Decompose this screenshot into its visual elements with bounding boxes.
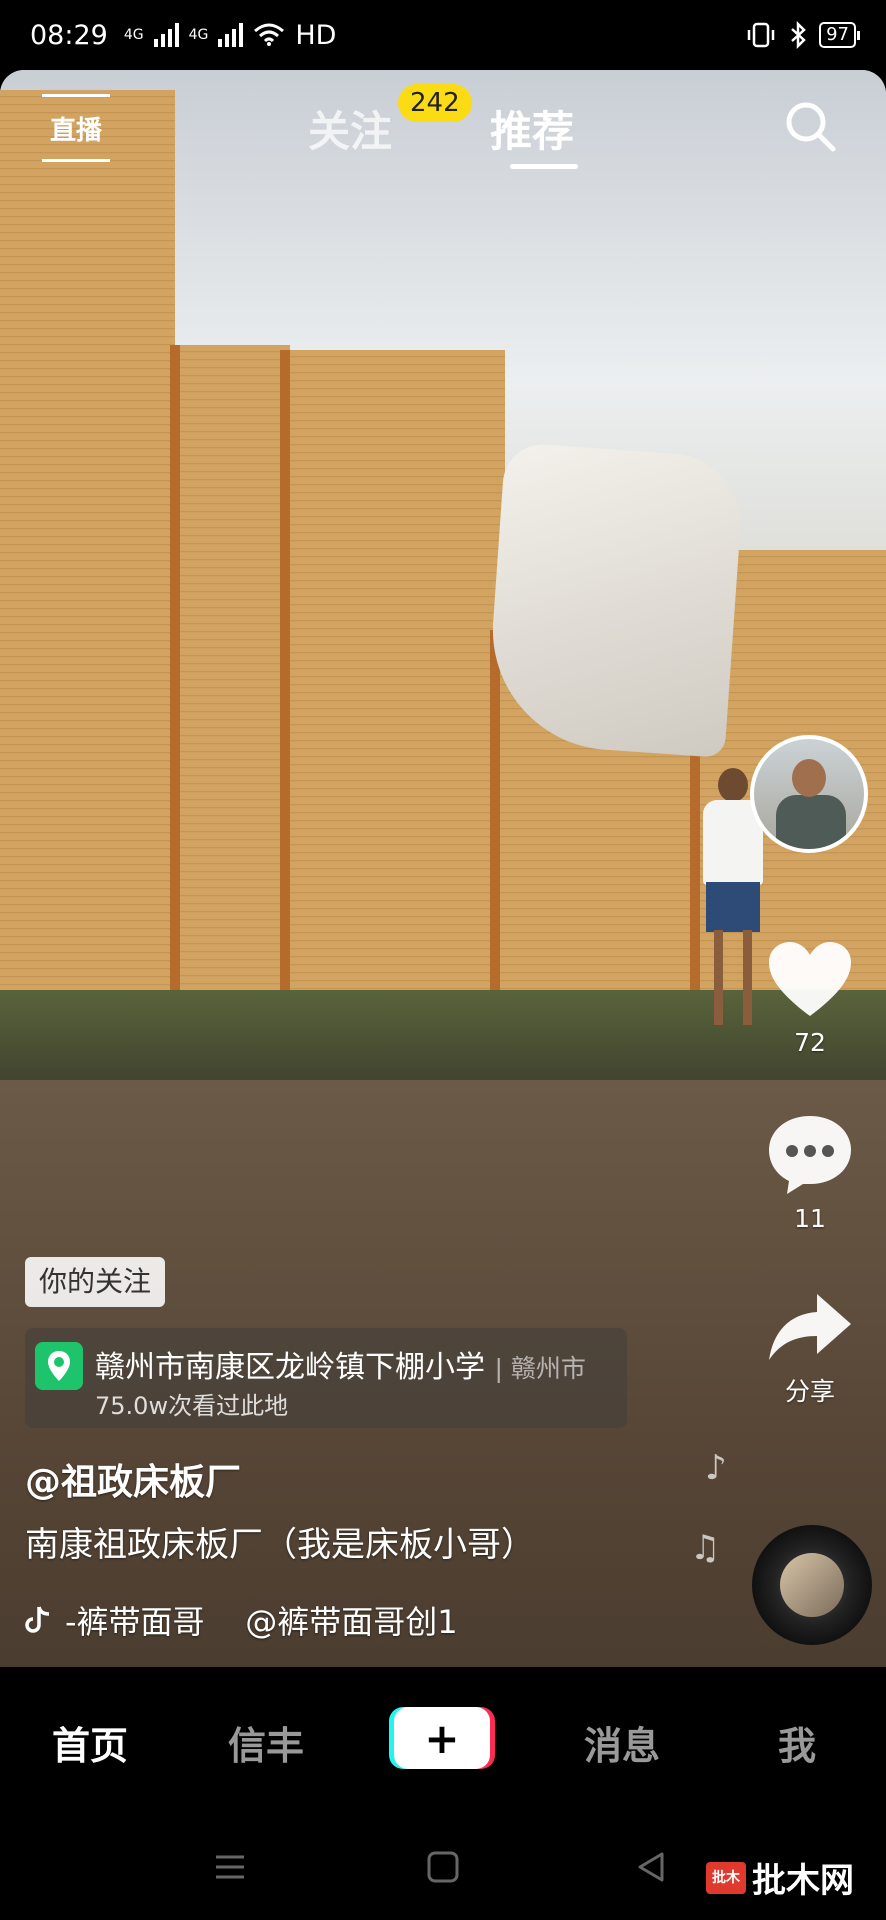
status-bar: 08:29 4G 4G HD 97: [0, 0, 886, 70]
live-label: 直播: [49, 115, 102, 146]
follow-tag: 你的关注: [25, 1257, 166, 1307]
home-square-icon[interactable]: [426, 1850, 460, 1884]
location-views: 75.0w次看过此地: [95, 1392, 289, 1420]
location-card[interactable]: 赣州市南康区龙岭镇下棚小学 | 赣州市 75.0w次看过此地: [25, 1328, 627, 1428]
plus-icon: +: [424, 1713, 460, 1763]
vibrate-icon: [747, 22, 775, 48]
share-button[interactable]: 分享: [760, 1290, 860, 1408]
wifi-icon: [254, 23, 285, 46]
watermark-text: 批木网: [752, 1861, 854, 1901]
create-button[interactable]: +: [394, 1707, 490, 1769]
search-icon[interactable]: [780, 96, 840, 156]
share-arrow-icon: [769, 1294, 851, 1360]
nav-home[interactable]: 首页: [52, 1715, 128, 1770]
clock: 08:29: [30, 19, 108, 51]
music-title: -裤带面哥 @裤带面哥创1: [65, 1603, 458, 1641]
location-pin-icon: [35, 1342, 83, 1390]
comment-button[interactable]: 11: [760, 1112, 860, 1233]
nav-friends[interactable]: 信丰: [228, 1715, 304, 1770]
bluetooth-icon: [791, 21, 806, 49]
lumber-stack: [170, 345, 290, 1065]
share-label: 分享: [784, 1377, 835, 1406]
tarp: [484, 441, 746, 759]
following-badge: 242: [398, 84, 472, 122]
bottom-nav: 首页 信丰 + 消息 我: [0, 1667, 886, 1812]
music-note-icon: ♪: [705, 1448, 727, 1488]
signal-icon: [153, 23, 179, 47]
tiktok-note-icon: [25, 1606, 50, 1633]
battery-indicator: 97: [819, 22, 860, 48]
active-tab-indicator: [510, 164, 578, 169]
music-disc-button[interactable]: [752, 1525, 872, 1645]
signal-icon-2: [218, 23, 244, 47]
like-count: 72: [794, 1028, 826, 1057]
author-name[interactable]: @祖政床板厂: [25, 1453, 241, 1505]
comment-count: 11: [794, 1204, 826, 1233]
network-4g-label: 4G: [123, 27, 144, 43]
music-note-icon-2: ♫: [690, 1528, 721, 1568]
location-title-row: 赣州市南康区龙岭镇下棚小学 | 赣州市: [95, 1342, 586, 1386]
live-button[interactable]: 直播: [42, 94, 110, 162]
music-info[interactable]: -裤带面哥 @裤带面哥创1: [25, 1597, 458, 1643]
watermark-logo: 批木: [706, 1861, 746, 1894]
tab-recommended[interactable]: 推荐: [490, 98, 574, 159]
hd-label: HD: [295, 19, 337, 51]
comment-icon: [769, 1116, 851, 1194]
network-4g-label-2: 4G: [188, 27, 209, 43]
menu-icon[interactable]: [212, 1852, 248, 1882]
author-avatar[interactable]: [750, 735, 868, 853]
heart-icon: [769, 942, 851, 1016]
back-triangle-icon[interactable]: [634, 1850, 668, 1884]
lumber-stack: [280, 350, 505, 1050]
nav-me[interactable]: 我: [778, 1715, 816, 1770]
watermark: 批木 批木网: [706, 1853, 854, 1902]
video-description: 南康祖政床板厂（我是床板小哥）: [25, 1525, 535, 1565]
like-button[interactable]: 72: [760, 940, 860, 1057]
nav-messages[interactable]: 消息: [584, 1715, 660, 1770]
lumber-stack: [0, 90, 175, 1050]
location-city: | 赣州市: [494, 1354, 586, 1383]
tab-following[interactable]: 关注: [308, 98, 392, 159]
location-title: 赣州市南康区龙岭镇下棚小学: [95, 1350, 485, 1385]
top-bar: 直播 关注 242 推荐: [0, 70, 886, 180]
